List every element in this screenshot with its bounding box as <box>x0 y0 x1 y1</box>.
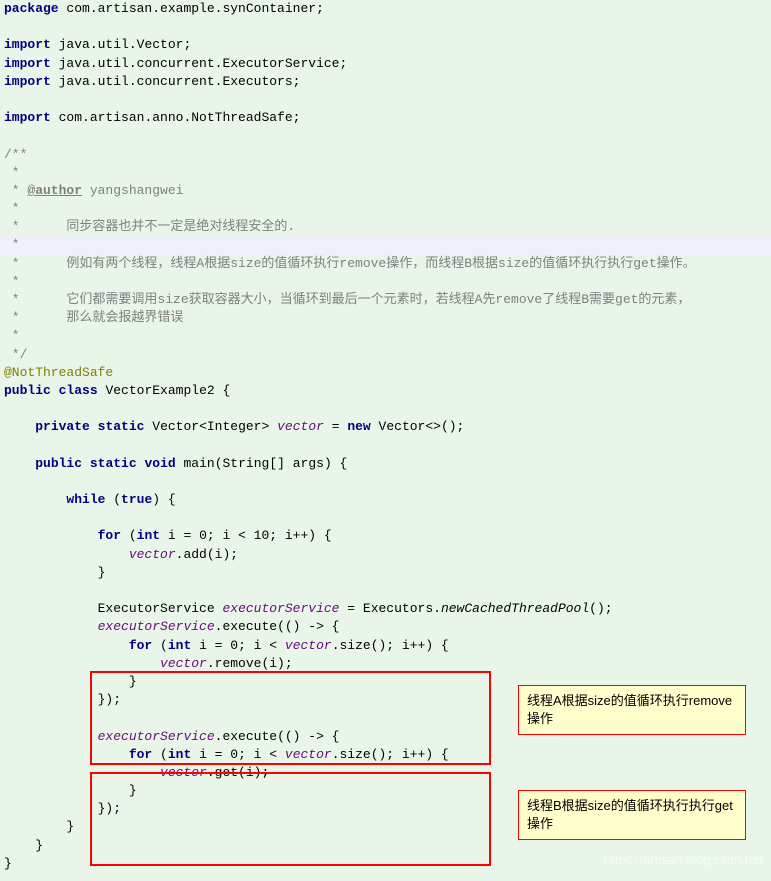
javadoc-text: * 同步容器也并不一定是绝对线程安全的. <box>0 218 771 236</box>
method-signature: public static void main(String[] args) { <box>0 455 771 473</box>
executor-declaration: ExecutorService executorService = Execut… <box>0 600 771 618</box>
code-editor: package com.artisan.example.synContainer… <box>0 0 771 873</box>
vector-add: vector.add(i); <box>0 546 771 564</box>
keyword: import <box>4 56 51 71</box>
javadoc-close: */ <box>0 346 771 364</box>
vector-get: vector.get(i); <box>0 764 771 782</box>
import-path: java.util.concurrent.Executors; <box>59 74 301 89</box>
javadoc-star: * <box>0 327 771 345</box>
for-statement: for (int i = 0; i < vector.size(); i++) … <box>0 746 771 764</box>
code-line: import java.util.Vector; <box>0 36 771 54</box>
keyword: import <box>4 110 51 125</box>
import-path: java.util.concurrent.ExecutorService; <box>59 56 348 71</box>
import-path: com.artisan.anno.NotThreadSafe; <box>59 110 301 125</box>
for-statement: for (int i = 0; i < vector.size(); i++) … <box>0 637 771 655</box>
javadoc-star: * <box>0 164 771 182</box>
import-path: java.util.Vector; <box>59 37 192 52</box>
keyword: import <box>4 74 51 89</box>
javadoc-text: * 它们都需要调用size获取容器大小，当循环到最后一个元素时，若线程A先rem… <box>0 291 771 309</box>
code-line: import com.artisan.anno.NotThreadSafe; <box>0 109 771 127</box>
close-brace: } <box>0 855 771 873</box>
javadoc-author: * @author yangshangwei <box>0 182 771 200</box>
keyword: package <box>4 1 59 16</box>
javadoc-text: * 那么就会报越界错误 <box>0 309 771 327</box>
package-name: com.artisan.example.synContainer; <box>66 1 323 16</box>
code-line: import java.util.concurrent.Executors; <box>0 73 771 91</box>
callout-a: 线程A根据size的值循环执行remove操作 <box>518 685 746 735</box>
code-line: package com.artisan.example.synContainer… <box>0 0 771 18</box>
annotation: @NotThreadSafe <box>0 364 771 382</box>
vector-remove: vector.remove(i); <box>0 655 771 673</box>
javadoc-star: * <box>0 236 771 254</box>
javadoc-text: * 例如有两个线程，线程A根据size的值循环执行remove操作，而线程B根据… <box>0 255 771 273</box>
javadoc-open: /** <box>0 146 771 164</box>
close-brace: } <box>0 564 771 582</box>
javadoc-star: * <box>0 273 771 291</box>
javadoc-star: * <box>0 200 771 218</box>
callout-b: 线程B根据size的值循环执行执行get操作 <box>518 790 746 840</box>
executor-execute: executorService.execute(() -> { <box>0 618 771 636</box>
for-statement: for (int i = 0; i < 10; i++) { <box>0 527 771 545</box>
keyword: import <box>4 37 51 52</box>
code-line: import java.util.concurrent.ExecutorServ… <box>0 55 771 73</box>
while-statement: while (true) { <box>0 491 771 509</box>
field-declaration: private static Vector<Integer> vector = … <box>0 418 771 436</box>
class-declaration: public class VectorExample2 { <box>0 382 771 400</box>
